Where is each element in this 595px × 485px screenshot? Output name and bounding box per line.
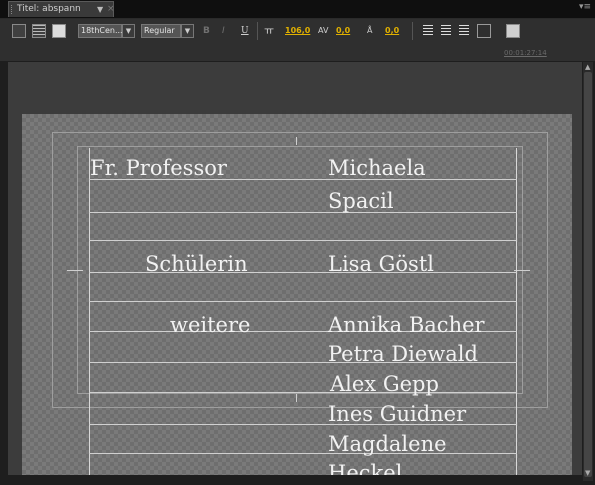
credit-name: Spacil — [328, 189, 394, 213]
text-guide-line — [89, 301, 517, 302]
credit-role: Schülerin — [145, 252, 248, 276]
panel-menu-icon[interactable]: ▾≡ — [579, 2, 591, 12]
scroll-down-icon[interactable]: ▼ — [585, 469, 590, 477]
credit-name: Magdalene — [328, 432, 447, 456]
vertical-scrollbar[interactable]: ▲ ▼ — [583, 62, 593, 481]
panel-tab-bar: Titel: abspann ▼ × ▾≡ — [0, 0, 595, 19]
timecode[interactable]: 00:01:27:14 — [504, 49, 547, 57]
scroll-up-icon[interactable]: ▲ — [585, 63, 590, 71]
title-type-icon[interactable] — [12, 24, 26, 38]
underline-button[interactable]: U — [241, 24, 249, 38]
separator — [412, 22, 413, 40]
kerning-value[interactable]: 0,0 — [336, 24, 350, 38]
credit-name: Heckel — [328, 461, 403, 485]
baseline-shift-icon: Å — [367, 26, 373, 35]
bold-button[interactable]: B — [203, 24, 210, 38]
grip-icon[interactable] — [11, 5, 15, 14]
title-toolbar: 18thCen... ▼ Regular ▼ B I U ㅠ 106,0 AV … — [0, 19, 595, 61]
tab-title: Titel: abspann — [17, 4, 81, 14]
show-video-icon[interactable] — [506, 24, 520, 38]
baseline-shift-value[interactable]: 0,0 — [385, 24, 399, 38]
credit-name: Annika Bacher — [328, 313, 485, 337]
canvas-bottom-edge — [0, 475, 583, 481]
align-center-icon[interactable] — [440, 24, 452, 38]
credit-name: Petra Diewald — [328, 342, 478, 366]
text-guide-line — [89, 212, 517, 213]
kerning-icon: AV — [318, 26, 329, 35]
align-right-icon[interactable] — [458, 24, 470, 38]
tab-stops-icon[interactable] — [477, 24, 491, 38]
credit-role: weitere — [170, 313, 251, 337]
roll-crawl-icon[interactable] — [32, 24, 46, 38]
text-guide-line — [89, 392, 517, 393]
scroll-thumb[interactable] — [584, 72, 592, 477]
tab-menu-arrow-icon[interactable]: ▼ — [97, 2, 103, 17]
text-guide-line — [89, 240, 517, 241]
italic-button[interactable]: I — [222, 24, 225, 38]
credit-name: Ines Guidner — [328, 402, 467, 426]
separator — [257, 22, 258, 40]
center-tick-top — [296, 137, 297, 145]
left-edge — [0, 0, 8, 481]
credit-role: Fr. Professor — [90, 156, 227, 180]
credit-name: Michaela — [328, 156, 426, 180]
font-size-icon: ㅠ — [264, 24, 275, 37]
chevron-down-icon[interactable]: ▼ — [122, 24, 135, 38]
chevron-down-icon[interactable]: ▼ — [181, 24, 194, 38]
tab-titel-abspann[interactable]: Titel: abspann ▼ × — [8, 1, 115, 17]
credit-name: Alex Gepp — [330, 372, 439, 396]
text-guide-line — [89, 453, 517, 454]
align-left-icon[interactable] — [422, 24, 434, 38]
font-style-dropdown[interactable]: Regular — [141, 24, 181, 38]
credit-name: Lisa Göstl — [328, 252, 434, 276]
templates-icon[interactable] — [52, 24, 66, 38]
font-family-dropdown[interactable]: 18thCen... — [78, 24, 123, 38]
center-tick-left — [67, 270, 83, 271]
font-size-value[interactable]: 106,0 — [285, 24, 310, 38]
close-icon[interactable]: × — [107, 2, 115, 17]
